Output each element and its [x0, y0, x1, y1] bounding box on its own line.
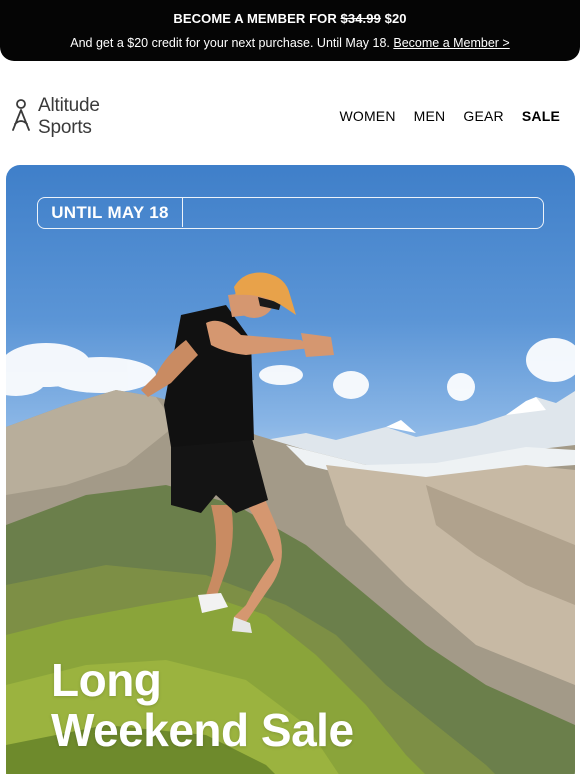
nav-item-women[interactable]: WOMEN — [339, 108, 395, 124]
hero-headline: Long Weekend Sale — [51, 655, 354, 755]
nav-item-sale[interactable]: SALE — [522, 108, 560, 124]
nav-item-men[interactable]: MEN — [414, 108, 446, 124]
person-logo-icon — [12, 99, 30, 131]
member-banner-title-prefix: BECOME A MEMBER FOR — [173, 11, 337, 26]
member-banner-subtitle: And get a $20 credit for your next purch… — [0, 36, 580, 50]
altitude-sports-logo[interactable]: Altitude Sports — [10, 95, 120, 138]
member-banner-subtitle-text: And get a $20 credit for your next purch… — [70, 36, 390, 50]
main-nav: WOMEN MEN GEAR SALE — [321, 108, 560, 124]
hero-headline-line2: Weekend Sale — [51, 704, 354, 756]
become-member-link[interactable]: Become a Member > — [393, 36, 509, 50]
logo-line1: Altitude — [38, 95, 100, 116]
member-banner-title: BECOME A MEMBER FOR $34.99 $20 — [0, 11, 580, 26]
logo-line2: Sports — [38, 117, 92, 138]
logo-wordmark: Altitude Sports — [38, 95, 100, 138]
nav-item-gear[interactable]: GEAR — [463, 108, 503, 124]
countdown-bar: UNTIL MAY 18 — [37, 197, 544, 229]
member-banner: BECOME A MEMBER FOR $34.99 $20 And get a… — [0, 0, 580, 61]
hero-headline-line1: Long — [51, 654, 162, 706]
old-price: $34.99 — [340, 11, 381, 26]
countdown-label: UNTIL MAY 18 — [38, 198, 183, 227]
new-price: $20 — [384, 11, 407, 26]
hero-banner[interactable]: UNTIL MAY 18 Long Weekend Sale — [6, 165, 575, 774]
